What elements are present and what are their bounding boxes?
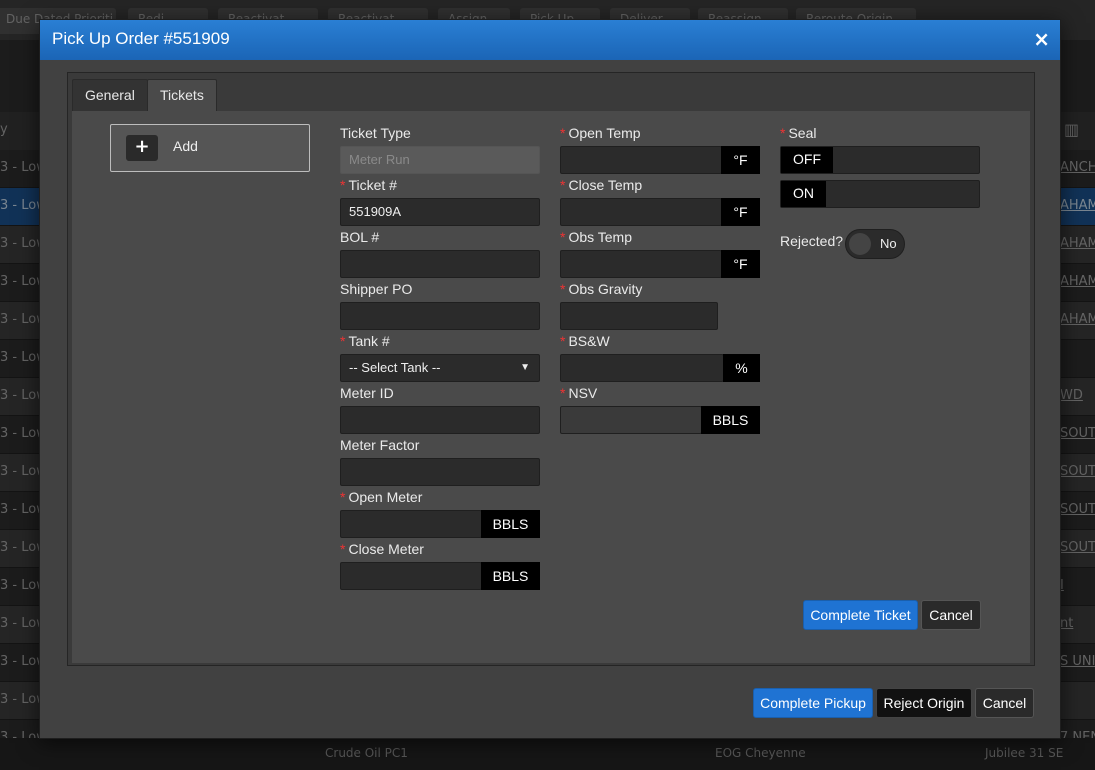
add-ticket-button[interactable]: + Add	[110, 124, 310, 172]
close-meter-input[interactable]	[340, 562, 482, 590]
chevron-down-icon: ▼	[520, 362, 530, 373]
complete-pickup-button[interactable]: Complete Pickup	[753, 688, 873, 718]
required-marker: *	[560, 177, 566, 193]
cancel-button[interactable]: Cancel	[975, 688, 1034, 718]
close-temp-input[interactable]	[560, 198, 722, 226]
nsv-label: * NSV	[560, 385, 598, 401]
seal-label: * Seal	[780, 125, 817, 141]
bol-field: BOL #	[340, 229, 540, 279]
close-temp-label: * Close Temp	[560, 177, 643, 193]
bsw-field: * BS&W %	[560, 333, 760, 383]
close-meter-field: * Close Meter BBLS	[340, 541, 540, 591]
bsw-unit: %	[723, 354, 760, 382]
required-marker: *	[340, 333, 346, 349]
obs-temp-field: * Obs Temp °F	[560, 229, 760, 279]
ticket-type-field: Ticket Type Meter Run	[340, 125, 540, 175]
complete-ticket-button[interactable]: Complete Ticket	[803, 600, 918, 630]
bsw-input[interactable]	[560, 354, 724, 382]
open-meter-label: * Open Meter	[340, 489, 423, 505]
nsv-unit: BBLS	[701, 406, 760, 434]
close-icon[interactable]: ×	[1033, 27, 1050, 51]
ticket-number-label: * Ticket #	[340, 177, 397, 193]
open-temp-field: * Open Temp °F	[560, 125, 760, 175]
required-marker: *	[560, 125, 566, 141]
meter-factor-input[interactable]	[340, 458, 540, 486]
ticket-number-field: * Ticket # 551909A	[340, 177, 540, 227]
nsv-input	[560, 406, 702, 434]
open-meter-unit: BBLS	[481, 510, 540, 538]
required-marker: *	[560, 333, 566, 349]
obs-temp-unit: °F	[721, 250, 760, 278]
tab-general[interactable]: General	[72, 79, 148, 111]
bol-label: BOL #	[340, 229, 380, 245]
close-temp-unit: °F	[721, 198, 760, 226]
cancel-ticket-button[interactable]: Cancel	[921, 600, 981, 630]
obs-temp-input[interactable]	[560, 250, 722, 278]
dialog-title: Pick Up Order #551909	[52, 29, 230, 48]
open-temp-input[interactable]	[560, 146, 722, 174]
tank-select-value: -- Select Tank --	[349, 360, 441, 375]
required-marker: *	[340, 177, 346, 193]
meter-factor-label: Meter Factor	[340, 437, 420, 453]
close-meter-label: * Close Meter	[340, 541, 424, 557]
rejected-toggle[interactable]: No	[845, 229, 905, 259]
required-marker: *	[560, 385, 566, 401]
tabs-container: General Tickets + Add Ticket Type Meter …	[67, 72, 1035, 666]
open-temp-unit: °F	[721, 146, 760, 174]
required-marker: *	[780, 125, 786, 141]
meter-factor-field: Meter Factor	[340, 437, 540, 487]
ticket-type-input: Meter Run	[340, 146, 540, 174]
tank-field: * Tank # -- Select Tank -- ▼	[340, 333, 540, 383]
tank-label: * Tank #	[340, 333, 390, 349]
shipper-po-field: Shipper PO	[340, 281, 540, 331]
close-temp-field: * Close Temp °F	[560, 177, 760, 227]
dialog-header: Pick Up Order #551909 ×	[40, 20, 1060, 60]
ticket-type-label: Ticket Type	[340, 125, 411, 141]
close-meter-unit: BBLS	[481, 562, 540, 590]
seal-on-tag: ON	[781, 181, 826, 207]
shipper-po-label: Shipper PO	[340, 281, 413, 297]
meter-id-field: Meter ID	[340, 385, 540, 435]
seal-off-tag: OFF	[781, 147, 833, 173]
ticket-number-input[interactable]: 551909A	[340, 198, 540, 226]
bsw-label: * BS&W	[560, 333, 610, 349]
open-meter-field: * Open Meter BBLS	[340, 489, 540, 539]
meter-id-label: Meter ID	[340, 385, 394, 401]
obs-temp-label: * Obs Temp	[560, 229, 632, 245]
open-temp-label: * Open Temp	[560, 125, 641, 141]
obs-gravity-field: * Obs Gravity	[560, 281, 760, 331]
required-marker: *	[340, 489, 346, 505]
rejected-value: No	[880, 236, 897, 251]
bol-input[interactable]	[340, 250, 540, 278]
plus-icon: +	[126, 135, 158, 161]
rejected-label: Rejected?	[780, 233, 844, 249]
required-marker: *	[560, 281, 566, 297]
required-marker: *	[340, 541, 346, 557]
shipper-po-input[interactable]	[340, 302, 540, 330]
seal-on-input[interactable]: ON	[780, 180, 980, 208]
seal-off-input[interactable]: OFF	[780, 146, 980, 174]
meter-id-input[interactable]	[340, 406, 540, 434]
toggle-knob	[849, 233, 871, 255]
obs-gravity-input[interactable]	[560, 302, 718, 330]
tab-tickets[interactable]: Tickets	[147, 79, 217, 111]
open-meter-input[interactable]	[340, 510, 482, 538]
pickup-order-dialog: Pick Up Order #551909 × General Tickets …	[39, 19, 1061, 739]
add-label: Add	[173, 138, 198, 154]
seal-field: * Seal OFF ON	[780, 125, 980, 215]
nsv-field: * NSV BBLS	[560, 385, 760, 435]
tickets-panel: + Add Ticket Type Meter Run * Ticket # 55…	[72, 111, 1030, 663]
obs-gravity-label: * Obs Gravity	[560, 281, 643, 297]
tank-select[interactable]: -- Select Tank -- ▼	[340, 354, 540, 382]
reject-origin-button[interactable]: Reject Origin	[876, 688, 972, 718]
required-marker: *	[560, 229, 566, 245]
